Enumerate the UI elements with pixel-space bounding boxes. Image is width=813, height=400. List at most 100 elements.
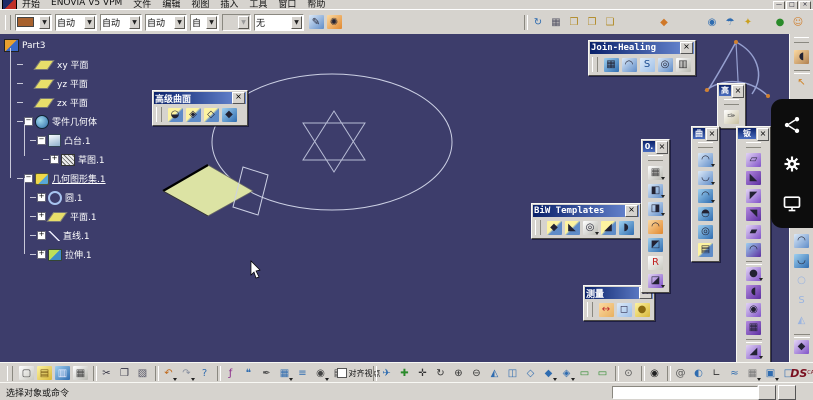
join-icon[interactable]: ▦ (602, 56, 620, 73)
save-button[interactable]: ▥ (54, 365, 71, 382)
tree-item-partbody[interactable]: − 零件几何体 (2, 112, 162, 131)
zoom-in-button[interactable]: ⊕ (450, 365, 467, 382)
bead-icon[interactable]: ◗ (617, 219, 635, 236)
toolbar-grip[interactable] (535, 220, 541, 235)
flanged-hole-icon[interactable]: ◉ (745, 301, 763, 318)
shape-morphing-icon[interactable]: ◆ (220, 106, 238, 123)
tree-item-pad1[interactable]: − 凸台.1 (2, 131, 162, 150)
catalog-open-icon[interactable]: ❐ (583, 14, 601, 31)
avatar-icon[interactable]: ☺ (789, 14, 807, 31)
help-book-button[interactable] (778, 385, 796, 400)
extract-solid-icon[interactable]: ◨ (647, 200, 665, 217)
chevron-down-icon[interactable]: ▼ (174, 15, 185, 29)
display-icon[interactable] (782, 193, 802, 213)
tree-expander[interactable]: + (37, 250, 46, 259)
surface-sweep-icon[interactable]: ◠ (793, 232, 811, 249)
hem-icon[interactable]: ◥ (745, 205, 763, 222)
zoom-out-button[interactable]: ⊖ (468, 365, 485, 382)
curve-smooth-icon[interactable]: S (638, 56, 656, 73)
swirl-button[interactable]: @ (667, 365, 689, 382)
side-wall-icon[interactable]: ◣ (745, 169, 763, 186)
wall-icon[interactable]: ▱ (745, 151, 763, 168)
tree-item-extrude1[interactable]: + 拉伸.1 (2, 245, 162, 264)
tree-item-plane1[interactable]: + 平面.1 (2, 207, 162, 226)
tree-expander[interactable]: + (37, 212, 46, 221)
toolbar-grip[interactable] (156, 107, 162, 122)
measure-item-icon[interactable]: ◻ (615, 301, 633, 318)
globe-icon[interactable]: ● (771, 14, 789, 31)
toolbar-grip[interactable] (724, 99, 739, 105)
multi-section-icon[interactable]: ▤ (697, 241, 715, 258)
eye-icon[interactable]: ◉ (703, 14, 721, 31)
toolbar-grip[interactable] (648, 155, 663, 161)
toolbar-grip[interactable] (7, 365, 13, 381)
wrap-curve-icon[interactable]: ◈ (184, 106, 202, 123)
ring-surface-icon[interactable]: ◎ (697, 223, 715, 240)
shading-mode-button[interactable]: ◆ (540, 365, 557, 382)
print-button[interactable]: ▦ (72, 365, 89, 382)
rolled-wall-icon[interactable]: ◠ (745, 241, 763, 258)
bump-surface-icon[interactable]: ◒ (166, 106, 184, 123)
hole-icon[interactable]: ◎ (581, 219, 599, 236)
capture-button[interactable]: ◉ (641, 365, 663, 382)
desk-lamp-icon[interactable]: ✦ (739, 14, 757, 31)
spline-tool-icon[interactable]: S (793, 292, 811, 309)
catia-ds-logo[interactable]: DSCATIA (790, 365, 813, 382)
tree-expander[interactable]: + (37, 231, 46, 240)
update-links-icon[interactable]: ↻ (524, 14, 547, 31)
select-arrow-icon[interactable]: ↖ (793, 70, 811, 91)
menu-enovia[interactable]: ENOVIA V5 VPM (51, 0, 122, 8)
tree-item-circle1[interactable]: + 圆.1 (2, 188, 162, 207)
chevron-down-icon[interactable]: ▼ (39, 15, 50, 29)
close-icon[interactable]: × (656, 141, 668, 154)
fly-mode-button[interactable]: ✈ (373, 365, 395, 382)
tree-item-part3[interactable]: Part3 (2, 36, 162, 55)
plane-tool-icon[interactable]: ◭ (793, 312, 811, 329)
color-combo[interactable]: ▼ (15, 13, 52, 31)
tree-item-xy-plane[interactable]: xy 平面 (2, 55, 162, 74)
diabolo-icon[interactable]: ◣ (563, 219, 581, 236)
multi-view-button[interactable]: ◫ (504, 365, 521, 382)
knowledge-button[interactable]: ✒ (258, 365, 275, 382)
fit-all-in-button[interactable]: ✚ (396, 365, 413, 382)
chevron-down-icon[interactable]: ▼ (238, 15, 249, 29)
tree-item-geoset1[interactable]: − 几何图形集.1 (2, 169, 162, 188)
material-basket-icon[interactable]: ◆ (655, 14, 673, 31)
toolbar-grip[interactable] (592, 57, 598, 72)
view-lock-button[interactable]: ⊙ (615, 365, 637, 382)
wrap-surface-icon[interactable]: ◇ (202, 106, 220, 123)
render-combo[interactable]: 自 ▼ (190, 13, 219, 31)
mating-flange-icon[interactable]: ◢ (599, 219, 617, 236)
align-viewpoint-checkbox[interactable]: 对齐视点 (336, 365, 381, 382)
measure-inertia-icon[interactable]: ● (633, 301, 651, 318)
join-healing-toolbar[interactable]: Join-Healing × ▦ ◠ S ◎ ▥ (588, 40, 696, 76)
toolbar-grip[interactable] (5, 14, 11, 30)
corner-relief-icon[interactable]: ◢ (745, 339, 763, 360)
color-wand-icon[interactable]: ✺ (325, 14, 343, 31)
surface-loft-icon[interactable]: ◡ (793, 252, 811, 269)
close-icon[interactable]: × (706, 128, 718, 141)
tree-expander[interactable]: + (37, 193, 46, 202)
disassemble-icon[interactable]: ▥ (674, 56, 692, 73)
design-table-button[interactable]: ▦ (276, 365, 293, 382)
structure-button[interactable]: ≡ (294, 365, 311, 382)
globe-render-button[interactable]: ◐ (690, 365, 707, 382)
paint-surface-icon[interactable]: ◧ (647, 182, 665, 199)
open-button[interactable]: ▤ (36, 365, 53, 382)
cut-button[interactable]: ✂ (93, 365, 115, 382)
redo-button[interactable]: ↷ (178, 365, 195, 382)
grid-button[interactable]: ▦ (744, 365, 761, 382)
chat-button[interactable]: ❝ (240, 365, 257, 382)
close-icon[interactable]: × (232, 92, 245, 104)
tree-expander[interactable]: + (50, 155, 59, 164)
grid-snap-icon[interactable]: ▦ (547, 14, 565, 31)
tree-item-sketch1[interactable]: + 草图.1 (2, 150, 162, 169)
formula-button[interactable]: ƒ (217, 365, 239, 382)
linetype-combo[interactable]: 自动 ▼ (55, 13, 97, 31)
circle-tool-icon[interactable]: ○ (793, 272, 811, 289)
command-list-button[interactable] (758, 385, 776, 400)
layer-filter-combo[interactable]: 无 ▼ (254, 13, 304, 31)
chevron-down-icon[interactable]: ▼ (206, 15, 217, 29)
render-style-button[interactable]: ◈ (558, 365, 575, 382)
parasol-icon[interactable]: ☂ (721, 14, 739, 31)
